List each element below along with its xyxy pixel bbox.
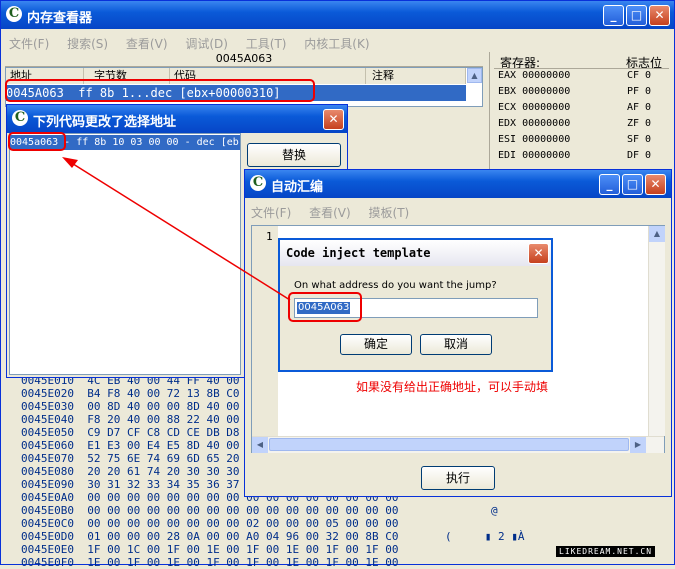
watermark: LIKEDREAM.NET.CN bbox=[556, 546, 656, 557]
annotation-arrow bbox=[62, 157, 291, 301]
annotation-text: 如果没有给出正确地址，可以手动填 bbox=[356, 380, 549, 394]
